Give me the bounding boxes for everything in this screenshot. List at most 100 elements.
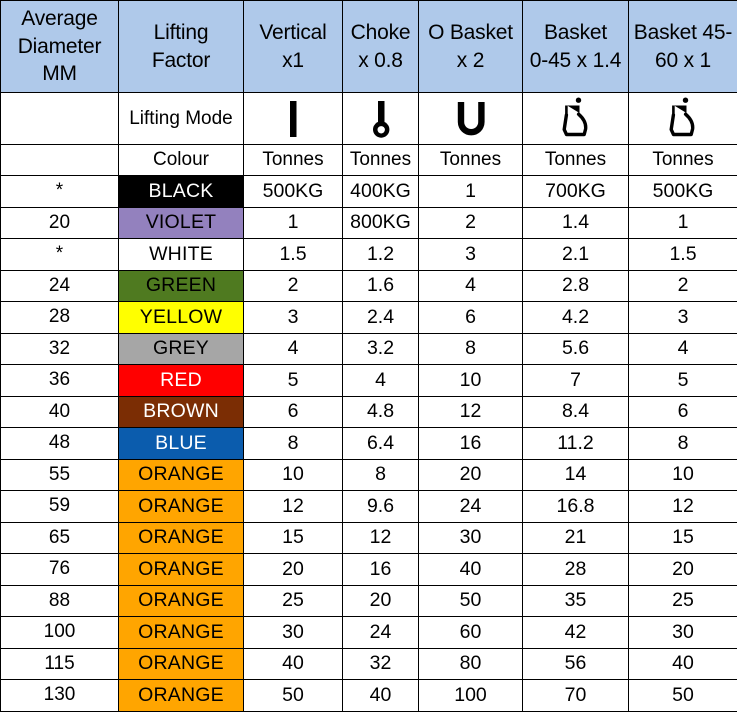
cell-basket-0-45: 7 — [523, 365, 629, 397]
cell-o-basket: 24 — [419, 491, 523, 523]
header-line: Average — [1, 5, 118, 33]
cell-basket-45-60: 15 — [629, 522, 737, 554]
cell-basket-45-60: 12 — [629, 491, 737, 523]
cell-colour-swatch: RED — [119, 365, 244, 397]
header-line: 60 x 1 — [629, 47, 737, 75]
cell-average-diameter: 24 — [1, 270, 119, 302]
cell-basket-0-45: 11.2 — [523, 428, 629, 460]
column-header-average-diameter: AverageDiameterMM — [1, 1, 119, 93]
cell-basket-45-60: 1.5 — [629, 239, 737, 271]
cell-basket-45-60: 5 — [629, 365, 737, 397]
cell-o-basket: 16 — [419, 428, 523, 460]
cell-basket-0-45: 2.1 — [523, 239, 629, 271]
cell-choke: 400KG — [343, 176, 419, 208]
cell-basket-0-45: 2.8 — [523, 270, 629, 302]
cell-vertical: 12 — [244, 491, 343, 523]
cell-vertical: 500KG — [244, 176, 343, 208]
cell-choke: 24 — [343, 617, 419, 649]
cell-average-diameter: 36 — [1, 365, 119, 397]
table-row: 115ORANGE4032805640 — [1, 648, 737, 680]
cell-vertical: 15 — [244, 522, 343, 554]
cell-o-basket: 1 — [419, 176, 523, 208]
cell-vertical: 4 — [244, 333, 343, 365]
cell-o-basket: 100 — [419, 680, 523, 712]
cell-o-basket: 50 — [419, 585, 523, 617]
cell-o-basket: 80 — [419, 648, 523, 680]
unit-basket-45-60: Tonnes — [629, 145, 737, 176]
cell-o-basket: 2 — [419, 207, 523, 239]
cell-average-diameter: 40 — [1, 396, 119, 428]
cell-average-diameter: 55 — [1, 459, 119, 491]
cell-vertical: 8 — [244, 428, 343, 460]
cell-vertical: 50 — [244, 680, 343, 712]
cell-choke: 4.8 — [343, 396, 419, 428]
cell-basket-45-60: 6 — [629, 396, 737, 428]
cell-average-diameter: 88 — [1, 585, 119, 617]
table-row: *WHITE1.51.232.11.5 — [1, 239, 737, 271]
cell-colour-swatch: ORANGE — [119, 491, 244, 523]
header-line: Lifting — [119, 19, 243, 47]
cell-basket-0-45: 16.8 — [523, 491, 629, 523]
cell-basket-0-45: 4.2 — [523, 302, 629, 334]
header-line: O Basket — [419, 19, 522, 47]
cell-colour-swatch: ORANGE — [119, 459, 244, 491]
o-basket-sling-icon — [419, 93, 523, 145]
lifting-mode-label: Lifting Mode — [119, 93, 244, 145]
cell-vertical: 1.5 — [244, 239, 343, 271]
cell-choke: 32 — [343, 648, 419, 680]
cell-choke: 2.4 — [343, 302, 419, 334]
cell-choke: 6.4 — [343, 428, 419, 460]
table-row: *BLACK500KG400KG1700KG500KG — [1, 176, 737, 208]
cell-average-diameter: 115 — [1, 648, 119, 680]
table-row: 40BROWN64.8128.46 — [1, 396, 737, 428]
header-line: x 2 — [419, 47, 522, 75]
header-row: AverageDiameterMM LiftingFactor Vertical… — [1, 1, 737, 93]
cell-colour-swatch: ORANGE — [119, 617, 244, 649]
cell-basket-45-60: 4 — [629, 333, 737, 365]
cell-colour-swatch: ORANGE — [119, 648, 244, 680]
cell-colour-swatch: BLACK — [119, 176, 244, 208]
table-row: 130ORANGE50401007050 — [1, 680, 737, 712]
unit-vertical: Tonnes — [244, 145, 343, 176]
sling-capacity-table: AverageDiameterMM LiftingFactor Vertical… — [0, 0, 737, 712]
basket-45-60-sling-icon — [629, 93, 737, 145]
cell-average-diameter: 59 — [1, 491, 119, 523]
table-row: 88ORANGE2520503525 — [1, 585, 737, 617]
cell-basket-45-60: 8 — [629, 428, 737, 460]
cell-basket-45-60: 1 — [629, 207, 737, 239]
table-row: 76ORANGE2016402820 — [1, 554, 737, 586]
header-line: Basket — [523, 19, 628, 47]
cell-basket-0-45: 700KG — [523, 176, 629, 208]
cell-basket-45-60: 25 — [629, 585, 737, 617]
cell-basket-45-60: 500KG — [629, 176, 737, 208]
cell-vertical: 1 — [244, 207, 343, 239]
table-row: 32GREY43.285.64 — [1, 333, 737, 365]
cell-o-basket: 3 — [419, 239, 523, 271]
cell-basket-0-45: 21 — [523, 522, 629, 554]
cell-o-basket: 20 — [419, 459, 523, 491]
cell-o-basket: 60 — [419, 617, 523, 649]
unit-row-empty-cell — [1, 145, 119, 176]
cell-o-basket: 12 — [419, 396, 523, 428]
cell-colour-swatch: WHITE — [119, 239, 244, 271]
header-line: Choke — [343, 19, 418, 47]
cell-colour-swatch: BROWN — [119, 396, 244, 428]
basket-0-45-sling-icon — [523, 93, 629, 145]
cell-average-diameter: 65 — [1, 522, 119, 554]
cell-vertical: 20 — [244, 554, 343, 586]
cell-average-diameter: 130 — [1, 680, 119, 712]
cell-choke: 4 — [343, 365, 419, 397]
cell-o-basket: 6 — [419, 302, 523, 334]
cell-colour-swatch: VIOLET — [119, 207, 244, 239]
unit-basket-0-45: Tonnes — [523, 145, 629, 176]
cell-colour-swatch: ORANGE — [119, 554, 244, 586]
header-line: Factor — [119, 47, 243, 75]
header-line: 0-45 x 1.4 — [523, 47, 628, 75]
header-line: Diameter — [1, 33, 118, 61]
lifting-mode-empty-cell — [1, 93, 119, 145]
cell-basket-0-45: 28 — [523, 554, 629, 586]
unit-choke: Tonnes — [343, 145, 419, 176]
cell-choke: 16 — [343, 554, 419, 586]
unit-row: Colour Tonnes Tonnes Tonnes Tonnes Tonne… — [1, 145, 737, 176]
cell-average-diameter: 100 — [1, 617, 119, 649]
